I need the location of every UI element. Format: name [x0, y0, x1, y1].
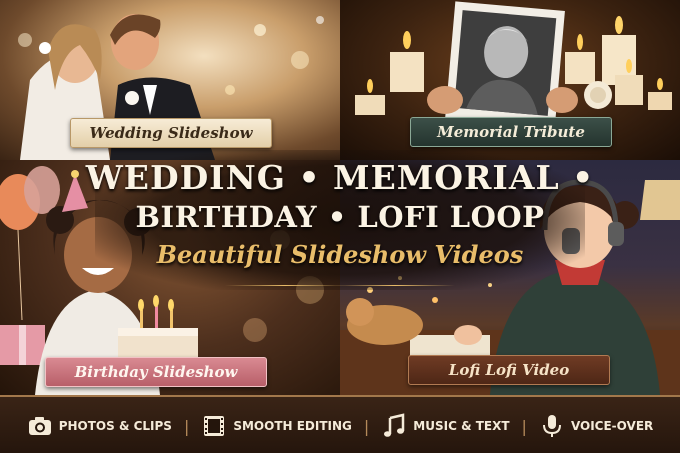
feature-voice-over: VOICE-OVER — [539, 413, 653, 439]
feature-photos-clips: PHOTOS & CLIPS — [27, 413, 172, 439]
microphone-icon — [542, 415, 561, 437]
slideshow-banner: WEDDING • MEMORIAL • BIRTHDAY • LOFI LOO… — [0, 0, 680, 453]
feature-bar: PHOTOS & CLIPS | SMOOTH EDITING | MUSIC … — [0, 395, 680, 453]
feature-music-text: MUSIC & TEXT — [381, 413, 510, 439]
headline-line-2: BIRTHDAY • LOFI LOOP — [135, 200, 545, 234]
subtitle: Beautiful Slideshow Videos — [156, 240, 524, 269]
feature-label: MUSIC & TEXT — [413, 419, 510, 433]
headline-line-1: WEDDING • MEMORIAL • — [85, 158, 595, 197]
wedding-slideshow-label: Wedding Slideshow — [70, 118, 272, 148]
feature-smooth-editing: SMOOTH EDITING — [201, 413, 352, 439]
feature-label: SMOOTH EDITING — [233, 419, 352, 433]
subtitle-underline-left — [225, 285, 345, 286]
music-note-icon — [384, 413, 405, 437]
subtitle-underline-right — [335, 285, 455, 286]
feature-label: VOICE-OVER — [570, 419, 654, 433]
lofi-video-label: Lofi Lofi Video — [408, 355, 610, 385]
feature-separator: | — [521, 416, 527, 436]
birthday-slideshow-label: Birthday Slideshow — [45, 357, 267, 387]
memorial-tribute-label: Memorial Tribute — [410, 117, 612, 147]
feature-label: PHOTOS & CLIPS — [58, 419, 172, 433]
feature-separator: | — [183, 416, 190, 436]
film-strip-icon — [204, 416, 225, 436]
camera-icon — [28, 417, 51, 435]
feature-separator: | — [363, 416, 370, 436]
